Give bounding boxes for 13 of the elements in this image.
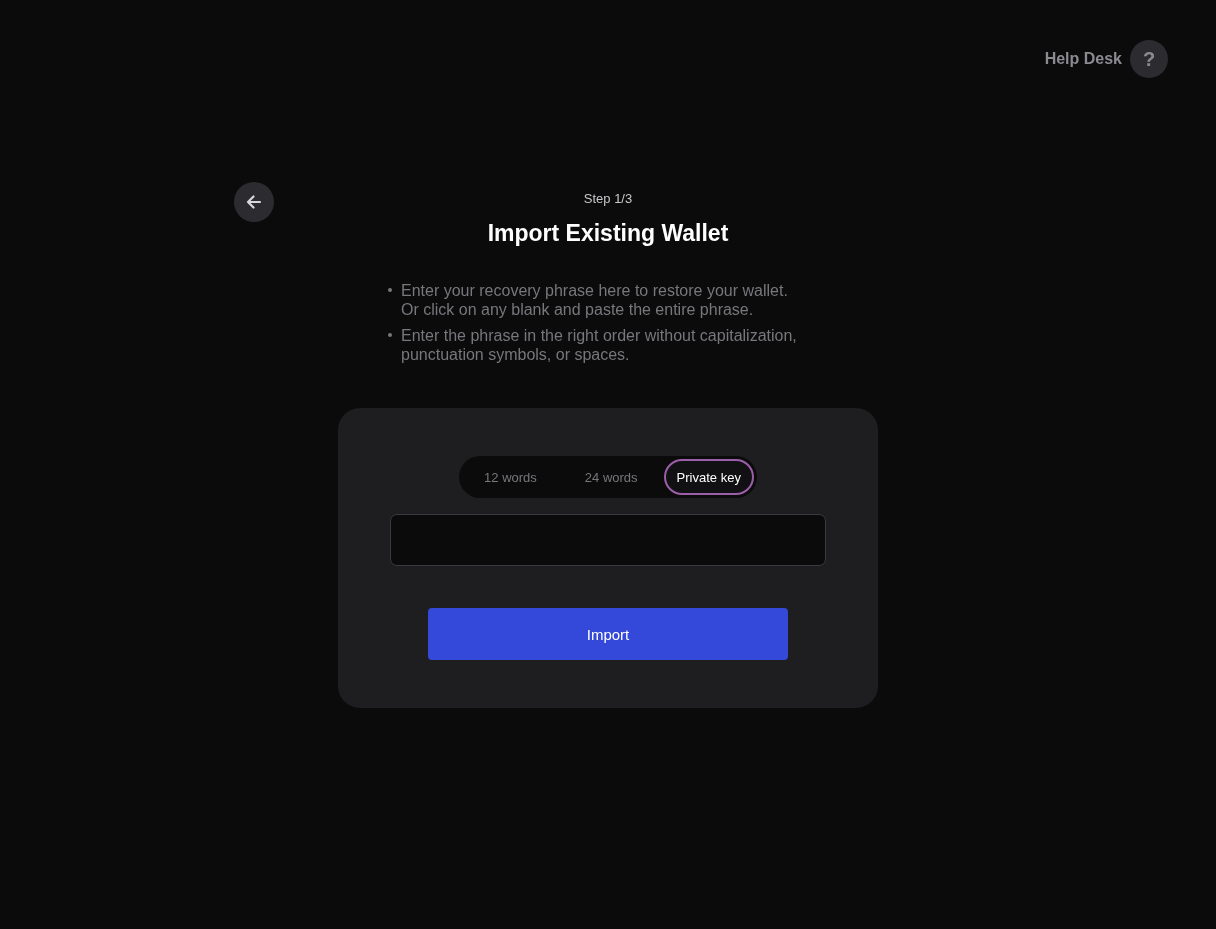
help-desk-link[interactable]: Help Desk (1044, 50, 1122, 68)
page-title: Import Existing Wallet (487, 220, 729, 247)
back-button[interactable] (234, 182, 274, 222)
help-icon[interactable]: ? (1130, 40, 1168, 78)
step-indicator: Step 1/3 (583, 191, 633, 206)
import-button[interactable]: Import (428, 608, 788, 660)
tab[interactable]: Private key (663, 459, 754, 495)
private-key-field[interactable] (390, 514, 826, 566)
tab[interactable]: 24 words (562, 459, 660, 495)
tab[interactable]: 12 words (462, 459, 559, 495)
instruction-text: Enter the phrase in the right order without capitalization, punctuation symbols, or spaces. (401, 326, 798, 364)
back-arrow-icon (244, 192, 264, 212)
instruction-text: Enter your recovery phrase here to restore your wallet. Or click on any blank and paste the entire phrase. (401, 281, 789, 319)
